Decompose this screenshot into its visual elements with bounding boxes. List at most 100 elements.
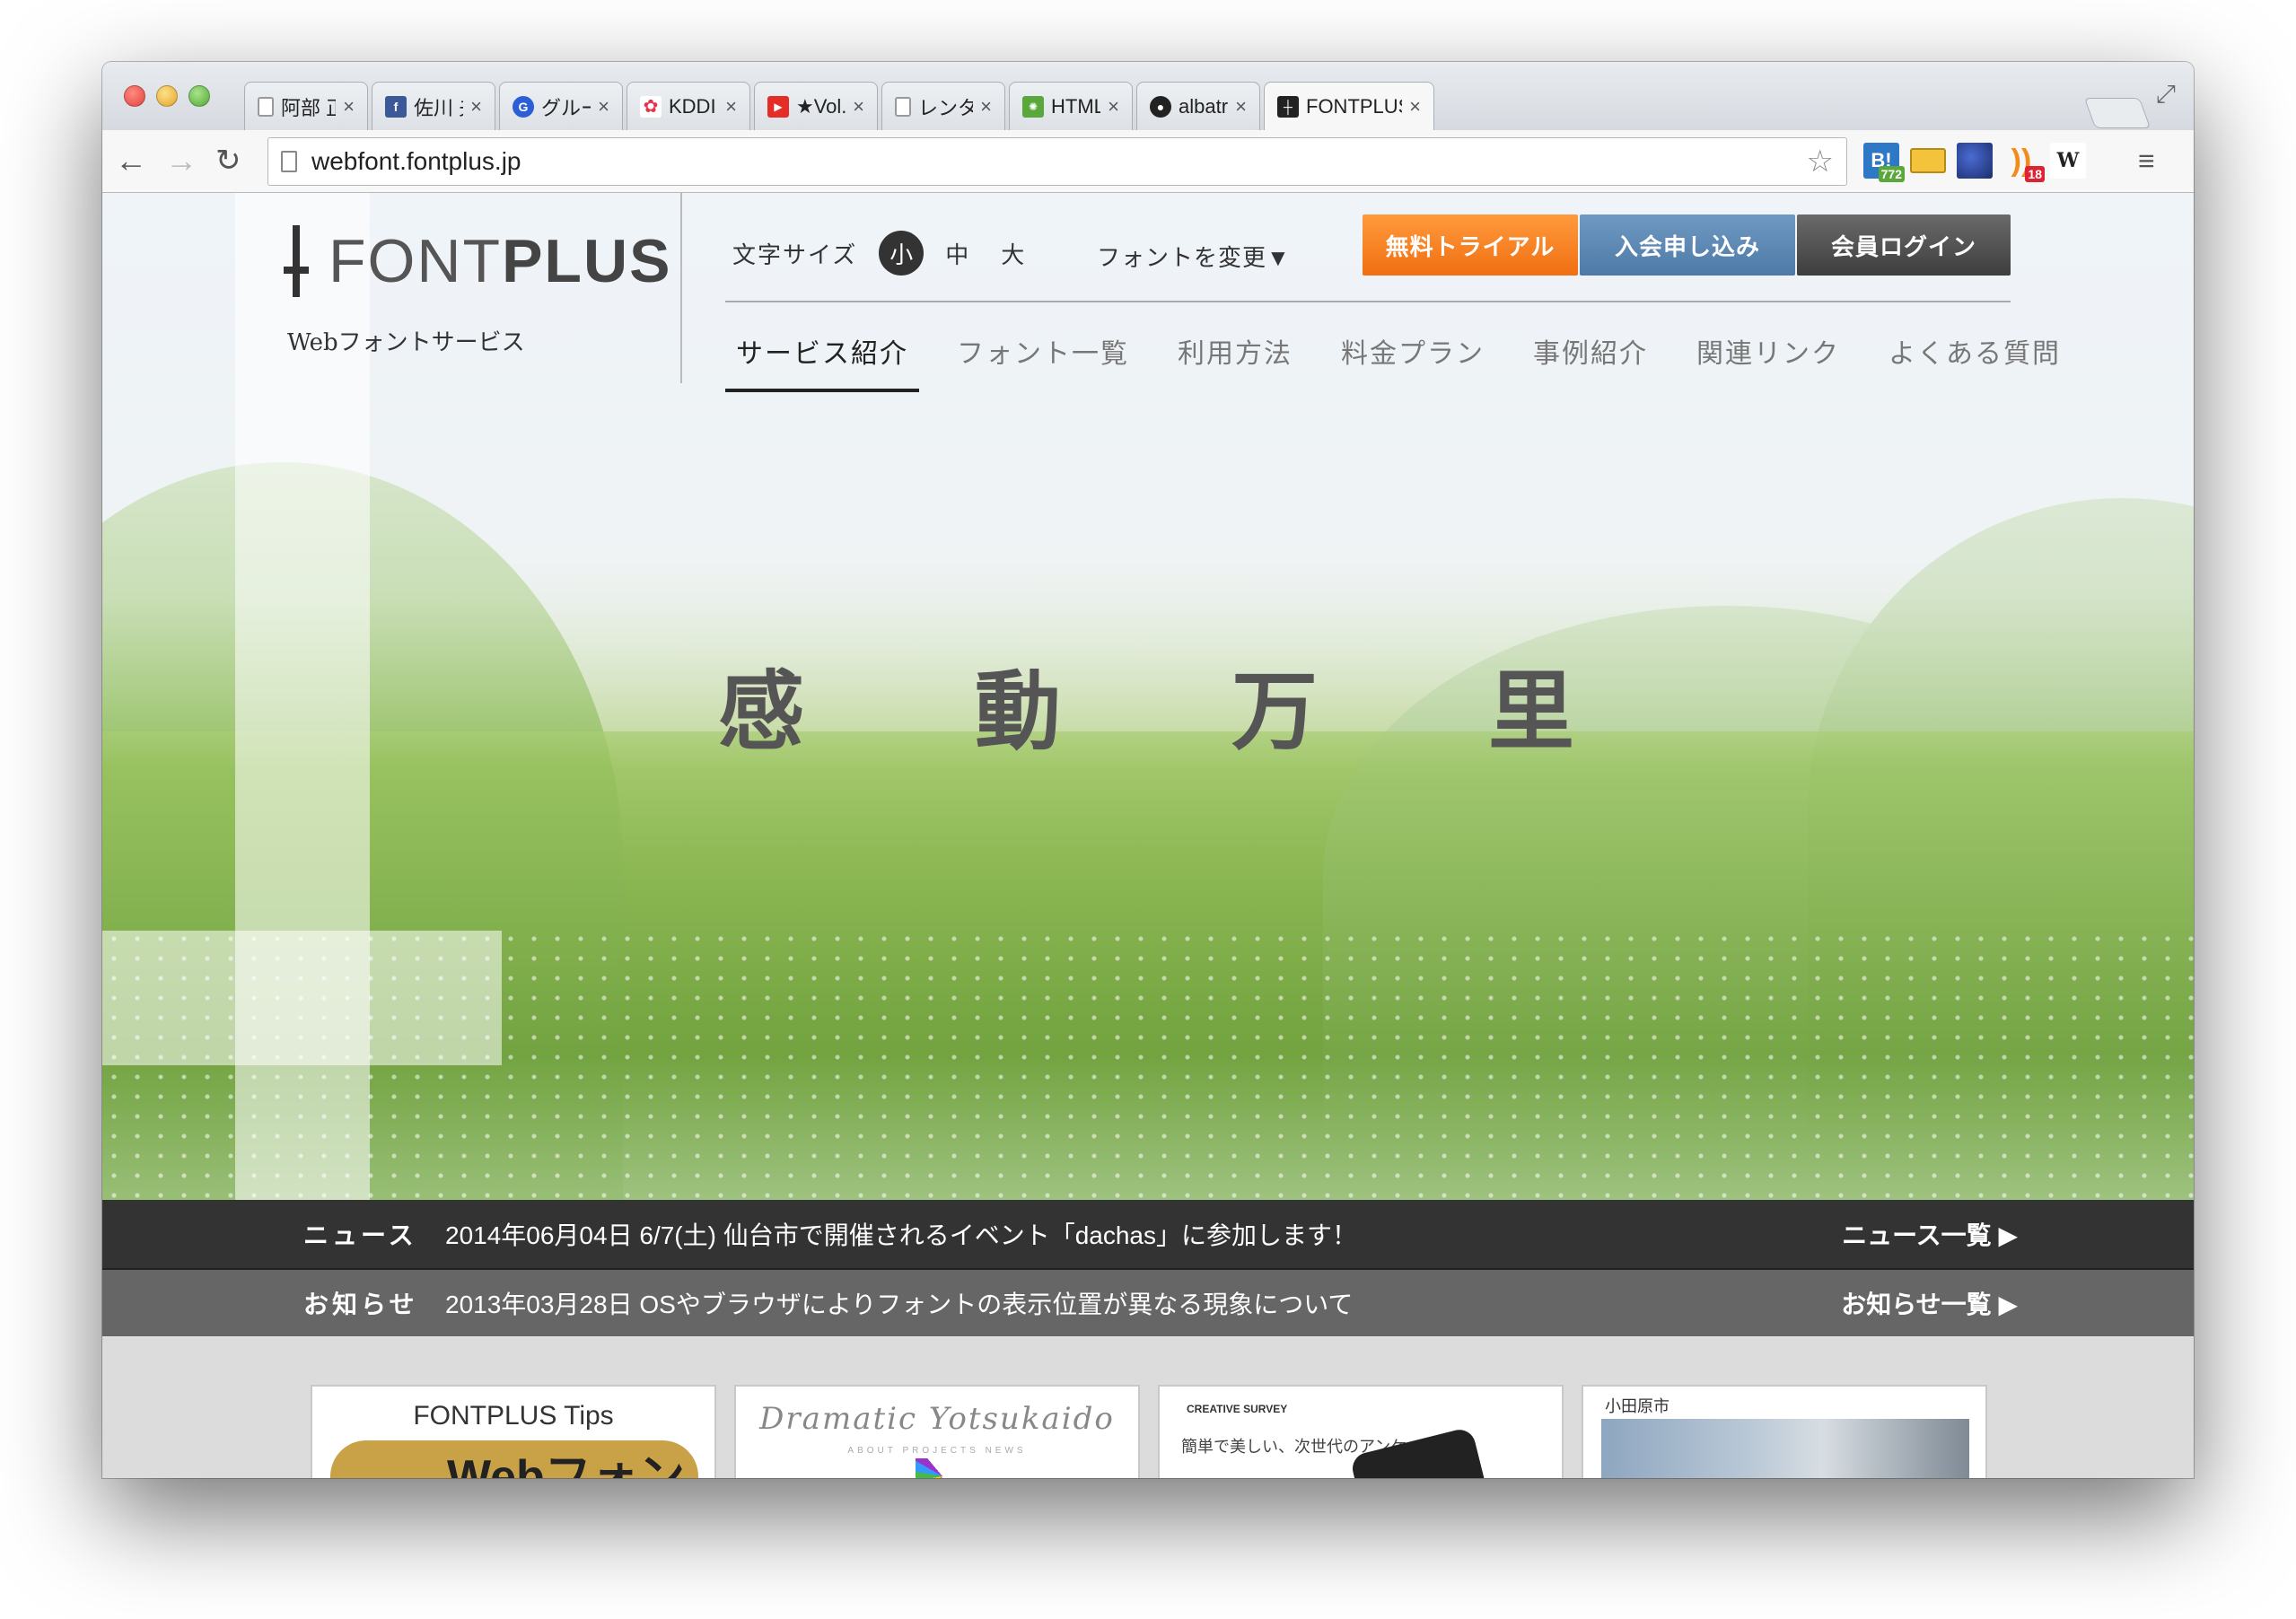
header-divider [680, 193, 682, 383]
card-subnav: ABOUT PROJECTS NEWS [847, 1446, 1027, 1456]
tab-8[interactable]: ● albatrosary × [1136, 82, 1260, 130]
tab-title: グループ週報 [541, 96, 591, 119]
tab-close-icon[interactable]: × [1235, 95, 1247, 118]
address-bar[interactable]: webfont.fontplus.jp ☆ [267, 137, 1847, 186]
tab-3[interactable]: G グループ週報 × [499, 82, 623, 130]
new-tab-button[interactable] [2083, 98, 2151, 128]
card-creative-survey[interactable]: CREATIVE SURVEY 簡単で美しい、次世代のアンケート [1158, 1385, 1564, 1478]
nav-font-list[interactable]: フォント一覧 [946, 317, 1140, 392]
nav-pricing[interactable]: 料金プラン [1330, 317, 1495, 392]
notice-list-link[interactable]: お知らせ一覧 ▶ [1841, 1285, 2018, 1321]
hero-section: FONTPLUS Webフォントサービス 文字サイズ 小 中 大 フォントを変更… [102, 193, 2194, 1200]
youtube-icon: ▶ [767, 95, 789, 118]
page-icon [258, 96, 274, 117]
tab-9-active[interactable]: ┼ FONTPLUS × [1264, 82, 1434, 130]
tab-title: HTML5fun [1051, 94, 1101, 118]
browser-window: 阿部 正幸さん × f 佐川 夫美雄 × G グループ週報 × ✿ KDDI C… [102, 62, 2194, 1478]
showcase-cards: FONTPLUS Tips Webフォント Dramatic Yotsukaid… [102, 1338, 2194, 1478]
close-window-button[interactable] [124, 85, 145, 107]
card-dramatic-yotsukaido[interactable]: Dramatic Yotsukaido ABOUT PROJECTS NEWS [734, 1385, 1140, 1478]
tab-close-icon[interactable]: × [598, 95, 609, 118]
night-icon[interactable] [1957, 143, 1993, 179]
font-size-medium[interactable]: 中 [934, 231, 979, 276]
tab-close-icon[interactable]: × [853, 95, 864, 118]
minimize-window-button[interactable] [156, 85, 178, 107]
notice-bar: お知らせ 2013年03月28日 OSやブラウザによりフォントの表示位置が異なる… [102, 1268, 2194, 1336]
card-fontplus-tips[interactable]: FONTPLUS Tips Webフォント [311, 1385, 716, 1478]
tab-close-icon[interactable]: × [1108, 95, 1119, 118]
facebook-icon: f [385, 95, 407, 118]
join-button[interactable]: 入会申し込み [1580, 214, 1795, 276]
zoom-window-button[interactable] [188, 85, 210, 107]
wikipedia-label: W [2056, 149, 2080, 172]
tab-close-icon[interactable]: × [980, 95, 992, 118]
card-title: 小田原市 [1605, 1397, 1669, 1415]
tab-close-icon[interactable]: × [1409, 95, 1421, 118]
tab-title: ★Vol.3 [796, 94, 846, 118]
news-bar: ニュース 2014年06月04日 6/7(土) 仙台市で開催されるイベント「da… [102, 1200, 2194, 1268]
font-size-label: 文字サイズ [732, 241, 858, 268]
tab-title: 佐川 夫美雄 [414, 96, 463, 119]
notice-item-link[interactable]: 2013年03月28日 OSやブラウザによりフォントの表示位置が異なる現象につい… [445, 1285, 1353, 1321]
nav-cases[interactable]: 事例紹介 [1522, 317, 1659, 392]
reload-icon[interactable]: ↻ [215, 141, 241, 180]
page-icon [895, 96, 911, 117]
card-text: Webフォント [447, 1451, 685, 1478]
logo-text: FONTPLUS [329, 226, 671, 296]
nav-service[interactable]: サービス紹介 [725, 317, 919, 392]
browser-toolbar: ← → ↻ webfont.fontplus.jp ☆ B! 772 )) 18… [102, 130, 2194, 193]
news-item-link[interactable]: 2014年06月04日 6/7(土) 仙台市で開催されるイベント「dachas」… [445, 1216, 1357, 1252]
font-change-dropdown[interactable]: フォントを変更▼ [1097, 240, 1291, 273]
tab-close-icon[interactable]: × [343, 95, 355, 118]
tab-4[interactable]: ✿ KDDI ChatWork × [627, 82, 750, 130]
tab-1[interactable]: 阿部 正幸さん × [244, 82, 368, 130]
tab-title: albatrosary [1179, 94, 1229, 118]
tab-5[interactable]: ▶ ★Vol.3 × [754, 82, 878, 130]
forward-icon[interactable]: → [165, 141, 197, 180]
menu-icon[interactable]: ≡ [2138, 141, 2155, 180]
page-icon [281, 151, 297, 172]
tab-6[interactable]: レンタルサーバー × [881, 82, 1005, 130]
free-trial-button[interactable]: 無料トライアル [1363, 214, 1578, 276]
member-login-button[interactable]: 会員ログイン [1797, 214, 2011, 276]
font-size-small[interactable]: 小 [879, 231, 925, 276]
news-label: ニュース [303, 1221, 417, 1249]
fontplus-mark-icon [284, 225, 309, 297]
github-icon: ● [1150, 95, 1171, 118]
tab-strip: 阿部 正幸さん × f 佐川 夫美雄 × G グループ週報 × ✿ KDDI C… [102, 62, 2194, 130]
wikipedia-icon[interactable]: W [2050, 143, 2086, 179]
global-nav: サービス紹介 フォント一覧 利用方法 料金プラン 事例紹介 関連リンク よくある… [725, 317, 2099, 392]
tab-title: FONTPLUS [1306, 94, 1403, 118]
tab-close-icon[interactable]: × [725, 95, 737, 118]
tab-close-icon[interactable]: × [470, 95, 482, 118]
rss-icon[interactable]: )) 18 [2003, 143, 2045, 182]
font-size-switcher: 文字サイズ 小 中 大 [732, 231, 1046, 276]
back-icon[interactable]: ← [115, 141, 147, 180]
card-odawara[interactable]: 小田原市 [1582, 1385, 1987, 1478]
fontplus-logo[interactable]: FONTPLUS [284, 225, 671, 297]
tab-7[interactable]: ✺ HTML5fun × [1009, 82, 1133, 130]
card-title: CREATIVE SURVEY [1187, 1403, 1288, 1415]
nav-links[interactable]: 関連リンク [1686, 317, 1851, 392]
bookmark-star-icon[interactable]: ☆ [1807, 144, 1834, 179]
tab-2[interactable]: f 佐川 夫美雄 × [372, 82, 495, 130]
notice-label: お知らせ [303, 1291, 418, 1318]
hatena-badge: 772 [1878, 166, 1905, 182]
ruler-icon[interactable] [1910, 148, 1946, 173]
decorative-cross-horizontal [102, 931, 502, 1065]
chatwork-icon: ✿ [640, 95, 662, 118]
hatena-bookmark-icon[interactable]: B! 772 [1863, 143, 1905, 182]
nav-faq[interactable]: よくある質問 [1878, 317, 2072, 392]
nav-rule [725, 301, 2011, 302]
logo-light: FONT [329, 227, 503, 295]
tagline: Webフォントサービス [287, 329, 525, 356]
news-list-link[interactable]: ニュース一覧 ▶ [1842, 1216, 2018, 1252]
font-size-large[interactable]: 大 [990, 231, 1035, 276]
card-title: FONTPLUS Tips [413, 1401, 614, 1431]
nav-usage[interactable]: 利用方法 [1167, 317, 1303, 392]
fontplus-icon: ┼ [1277, 95, 1299, 118]
url-text: webfont.fontplus.jp [311, 147, 521, 175]
google-icon: G [513, 95, 534, 118]
rainbow-fan [916, 1458, 969, 1478]
fullscreen-icon[interactable]: ⤢ [2156, 80, 2176, 109]
